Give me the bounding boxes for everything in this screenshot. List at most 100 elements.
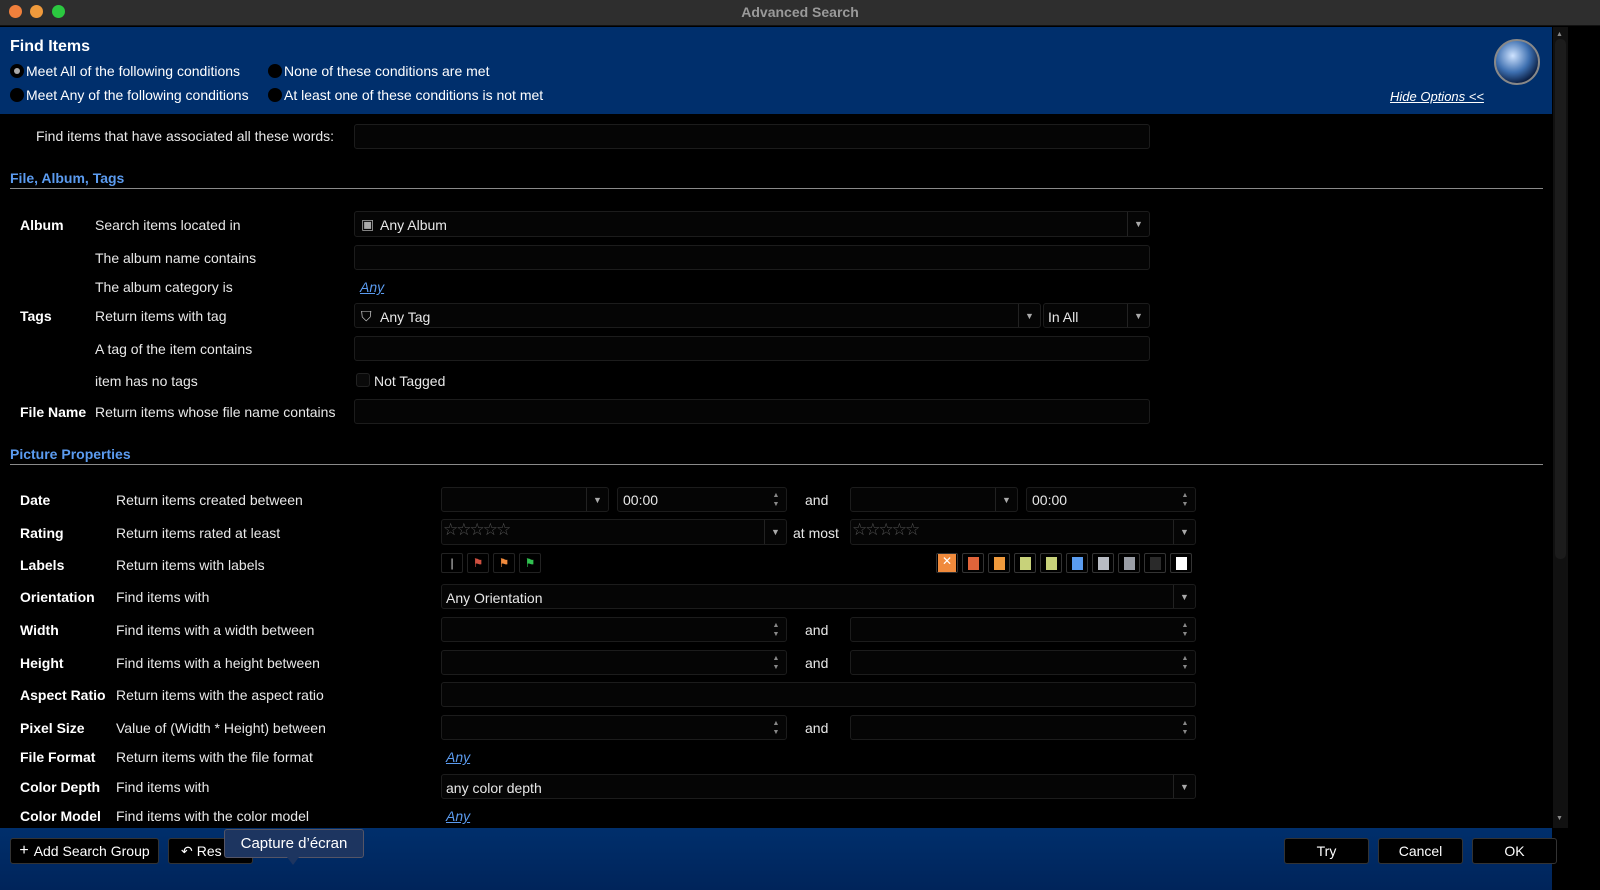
color-label-swatch[interactable] xyxy=(1118,553,1140,573)
color-label-swatch[interactable] xyxy=(1144,553,1166,573)
color-label-swatch[interactable] xyxy=(1170,553,1192,573)
date-from-select[interactable]: ▼ xyxy=(441,487,609,512)
no-tags-label: item has no tags xyxy=(95,373,198,389)
stepper-icon[interactable]: ▲ ▼ xyxy=(1179,653,1191,672)
ok-button[interactable]: OK xyxy=(1472,838,1557,864)
pixel-max-input[interactable]: ▲ ▼ xyxy=(850,715,1196,740)
chevron-down-icon: ▼ xyxy=(586,488,608,511)
radio-label: Meet Any of the following conditions xyxy=(26,87,249,103)
chevron-down-icon: ▼ xyxy=(1127,304,1149,327)
color-label-swatch[interactable] xyxy=(1092,553,1114,573)
color-label-swatch[interactable] xyxy=(962,553,984,573)
and-label: and xyxy=(805,720,829,736)
scrollbar-thumb[interactable] xyxy=(1555,39,1566,559)
vertical-scrollbar[interactable]: ▲ ▼ xyxy=(1553,27,1568,828)
rejected-flag-icon[interactable]: ⚑ xyxy=(467,553,489,573)
section-file-album-tags: File, Album, Tags xyxy=(10,170,125,186)
no-color-label-button[interactable]: ✕ xyxy=(936,553,958,573)
tag-select[interactable]: ⛉ Any Tag ▼ xyxy=(354,303,1041,328)
format-label: Return items with the file format xyxy=(116,749,313,765)
scroll-up-icon[interactable]: ▲ xyxy=(1556,31,1563,38)
width-min-input[interactable]: ▲ ▼ xyxy=(441,617,787,642)
album-select[interactable]: ▣ Any Album ▼ xyxy=(354,211,1150,237)
color-swatch-icon xyxy=(993,556,1005,570)
radio-meet-any[interactable]: Meet Any of the following conditions xyxy=(10,87,249,103)
width-label: Find items with a width between xyxy=(116,622,315,638)
height-max-input[interactable]: ▲ ▼ xyxy=(850,650,1196,675)
try-button[interactable]: Try xyxy=(1284,838,1369,864)
stepper-icon[interactable]: ▲ ▼ xyxy=(770,490,782,509)
radio-one-not-met[interactable]: At least one of these conditions is not … xyxy=(268,87,543,103)
tag-contains-input[interactable] xyxy=(354,336,1150,361)
radio-meet-all[interactable]: Meet All of the following conditions xyxy=(10,63,240,79)
no-flag-button[interactable]: | xyxy=(441,553,463,573)
rating-label: Return items rated at least xyxy=(116,525,281,541)
chevron-down-icon: ▼ xyxy=(1173,775,1195,798)
color-label-swatch[interactable] xyxy=(988,553,1010,573)
date-group-label: Date xyxy=(20,492,51,508)
radio-label: At least one of these conditions is not … xyxy=(284,87,544,103)
window-title: Advanced Search xyxy=(741,4,859,20)
hide-options-link[interactable]: Hide Options << xyxy=(1390,89,1484,104)
filename-group-label: File Name xyxy=(20,404,87,420)
radio-label: Meet All of the following conditions xyxy=(26,63,241,79)
add-search-group-button[interactable]: + Add Search Group xyxy=(10,838,159,864)
color-swatch-icon xyxy=(1045,556,1057,570)
stepper-icon[interactable]: ▲ ▼ xyxy=(1179,490,1191,509)
color-depth-select[interactable]: any color depth ▼ xyxy=(441,774,1196,799)
aspect-ratio-input[interactable] xyxy=(441,682,1196,707)
rating-min-select[interactable]: ☆☆☆☆☆ ▼ xyxy=(441,519,787,545)
pixel-group-label: Pixel Size xyxy=(20,720,85,736)
pixel-min-input[interactable]: ▲ ▼ xyxy=(441,715,787,740)
rating-max-select[interactable]: ☆☆☆☆☆ ▼ xyxy=(850,519,1196,545)
radio-none-met[interactable]: None of these conditions are met xyxy=(268,63,489,79)
pick-flags: | ⚑ ⚑ ⚑ xyxy=(441,553,541,573)
format-group-label: File Format xyxy=(20,749,96,765)
depth-group-label: Color Depth xyxy=(20,779,101,795)
star-rating-icon[interactable]: ☆☆☆☆☆ xyxy=(852,520,920,540)
stepper-icon[interactable]: ▲ ▼ xyxy=(770,620,782,639)
date-to-select[interactable]: ▼ xyxy=(850,487,1018,512)
accepted-flag-icon[interactable]: ⚑ xyxy=(519,553,541,573)
orientation-select[interactable]: Any Orientation ▼ xyxy=(441,584,1196,609)
color-label-swatch[interactable] xyxy=(1066,553,1088,573)
pending-flag-icon[interactable]: ⚑ xyxy=(493,553,515,573)
words-label: Find items that have associated all thes… xyxy=(36,128,335,144)
not-tagged-checkbox[interactable] xyxy=(356,373,370,387)
scroll-down-icon[interactable]: ▼ xyxy=(1556,815,1563,822)
time-from-input[interactable]: 00:00 ▲ ▼ xyxy=(617,487,787,512)
stepper-icon[interactable]: ▲ ▼ xyxy=(1179,620,1191,639)
add-search-group-label: Add Search Group xyxy=(33,843,150,859)
album-name-input[interactable] xyxy=(354,245,1150,270)
cancel-button[interactable]: Cancel xyxy=(1378,838,1463,864)
section-picture-properties: Picture Properties xyxy=(10,446,131,462)
stepper-icon[interactable]: ▲ ▼ xyxy=(770,718,782,737)
orientation-group-label: Orientation xyxy=(20,589,95,605)
height-group-label: Height xyxy=(20,655,64,671)
words-input[interactable] xyxy=(354,124,1150,149)
height-min-input[interactable]: ▲ ▼ xyxy=(441,650,787,675)
height-label: Find items with a height between xyxy=(116,655,320,671)
color-model-link[interactable]: Any xyxy=(446,808,470,824)
color-label-swatch[interactable] xyxy=(1014,553,1036,573)
globe-icon xyxy=(1494,39,1540,85)
depth-label: Find items with xyxy=(116,779,210,795)
album-category-link[interactable]: Any xyxy=(360,279,384,295)
divider xyxy=(10,188,1543,189)
album-location-label: Search items located in xyxy=(95,217,241,233)
color-swatch-icon xyxy=(1071,556,1083,570)
tag-match-select[interactable]: In All ▼ xyxy=(1043,303,1150,328)
album-select-value: Any Album xyxy=(380,217,447,233)
stepper-icon[interactable]: ▲ ▼ xyxy=(1179,718,1191,737)
star-rating-icon[interactable]: ☆☆☆☆☆ xyxy=(443,520,511,540)
stepper-icon[interactable]: ▲ ▼ xyxy=(770,653,782,672)
chevron-down-icon: ▼ xyxy=(1173,520,1195,544)
not-tagged-label[interactable]: Not Tagged xyxy=(374,373,445,389)
color-label-swatch[interactable] xyxy=(1040,553,1062,573)
tag-label: Return items with tag xyxy=(95,308,227,324)
filename-input[interactable] xyxy=(354,399,1150,424)
file-format-link[interactable]: Any xyxy=(446,749,470,765)
width-max-input[interactable]: ▲ ▼ xyxy=(850,617,1196,642)
radio-label: None of these conditions are met xyxy=(284,63,490,79)
time-to-input[interactable]: 00:00 ▲ ▼ xyxy=(1026,487,1196,512)
